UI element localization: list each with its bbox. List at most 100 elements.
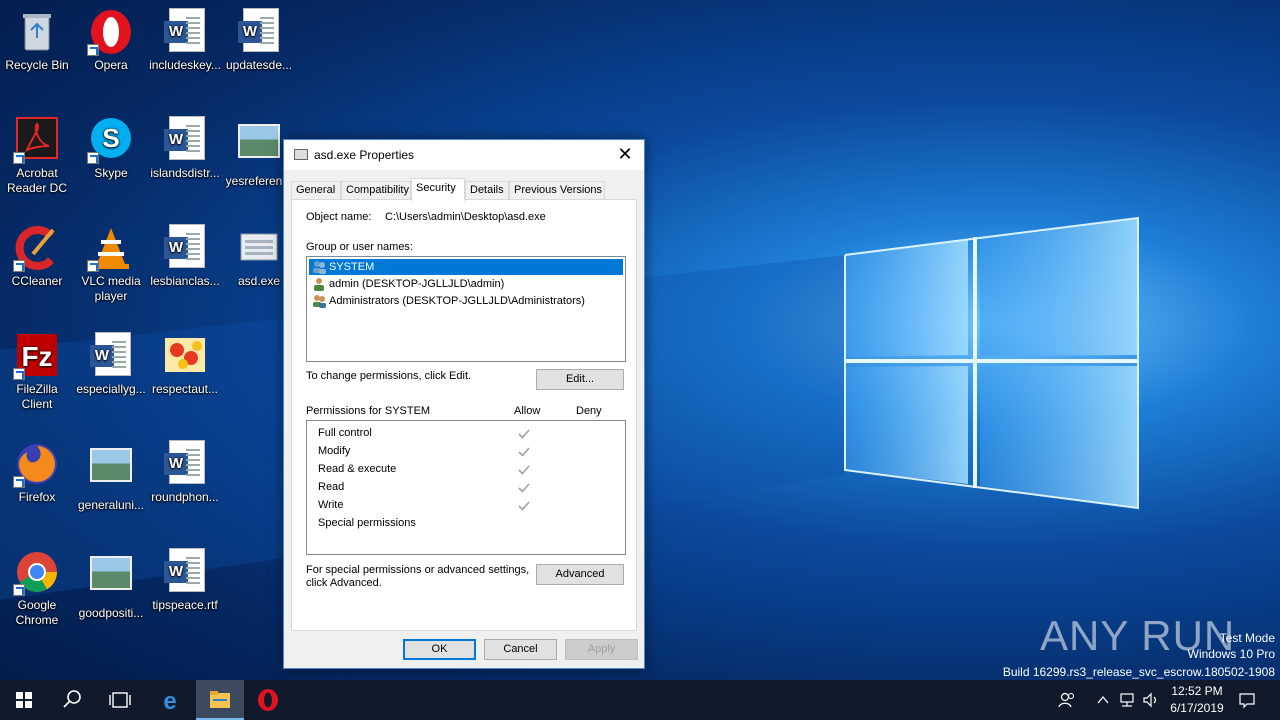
permission-read-execute: Read & execute (318, 463, 397, 475)
desktop-icon-islandsdistr[interactable]: W islandsdistr... (148, 116, 222, 181)
edge-icon: e (163, 688, 176, 715)
test-mode-text: Test Mode (1219, 631, 1275, 645)
taskbar: e 12:52 PM 6/17/2019 (0, 680, 1280, 720)
tab-details[interactable]: Details (465, 181, 509, 200)
user-item-system[interactable]: SYSTEM (309, 259, 623, 275)
image-file-icon (87, 448, 135, 496)
recycle-bin-icon (13, 8, 61, 56)
network-icon[interactable] (1118, 691, 1136, 709)
object-name-label: Object name: (306, 211, 372, 223)
executable-icon (235, 224, 283, 272)
dialog-titlebar[interactable]: asd.exe Properties ✕ (284, 140, 644, 170)
icon-label: FileZilla Client (16, 382, 58, 411)
desktop-icon-includeskey[interactable]: W includeskey... (148, 8, 222, 73)
desktop-icon-tipspeace[interactable]: W tipspeace.rtf (148, 548, 222, 613)
word-document-icon: W (161, 440, 209, 488)
permissions-list[interactable]: Full control Modify Read & execute Read … (306, 420, 626, 555)
icon-label: Skype (94, 166, 128, 180)
tab-security[interactable]: Security (411, 178, 465, 201)
icon-label: Google Chrome (15, 598, 59, 627)
icon-label: Firefox (18, 490, 56, 504)
desktop-icon-chrome[interactable]: Google Chrome (0, 548, 74, 628)
permission-modify: Modify (318, 445, 351, 457)
volume-icon[interactable] (1142, 691, 1160, 709)
edit-button[interactable]: Edit... (536, 369, 624, 390)
word-document-icon: W (161, 8, 209, 56)
tab-previous-versions[interactable]: Previous Versions (509, 181, 605, 200)
permission-write: Write (318, 499, 344, 511)
users-group-icon (313, 261, 326, 274)
image-file-icon (87, 556, 135, 604)
notification-icon[interactable] (1238, 691, 1256, 709)
windows-start-icon (16, 692, 32, 708)
user-name: Administrators (DESKTOP-JGLLJLD\Administ… (329, 295, 585, 307)
people-icon[interactable] (1058, 691, 1076, 709)
icon-label: includeskey... (149, 58, 221, 72)
desktop-icon-generaluni[interactable]: generaluni... (74, 440, 148, 513)
tab-compatibility[interactable]: Compatibility (341, 181, 411, 200)
icon-label: goodpositi... (78, 606, 144, 620)
search-button[interactable] (48, 680, 96, 720)
desktop-icon-acrobat[interactable]: Acrobat Reader DC (0, 116, 74, 196)
desktop-icon-goodpositi[interactable]: goodpositi... (74, 548, 148, 621)
vlc-cone-icon (87, 224, 135, 272)
taskbar-file-explorer[interactable] (196, 680, 244, 720)
user-item-admin[interactable]: admin (DESKTOP-JGLLJLD\admin) (309, 276, 504, 292)
image-file-icon (235, 124, 283, 172)
filezilla-icon: Fz (13, 332, 61, 380)
taskbar-edge[interactable]: e (146, 680, 194, 720)
desktop-icon-updatesde[interactable]: W updatesde... (222, 8, 296, 73)
permission-read: Read (318, 481, 345, 493)
user-list[interactable]: SYSTEM admin (DESKTOP-JGLLJLD\admin) Adm… (306, 256, 626, 362)
desktop-icon-respectaut[interactable]: respectaut... (148, 332, 222, 397)
desktop-icon-ccleaner[interactable]: CCleaner (0, 224, 74, 289)
permissions-label: Permissions for SYSTEM (306, 405, 431, 417)
desktop-icon-especiallyg[interactable]: W especiallyg... (74, 332, 148, 397)
dialog-title: asd.exe Properties (314, 148, 415, 162)
desktop-icon-roundphon[interactable]: W roundphon... (148, 440, 222, 505)
acrobat-icon (13, 116, 61, 164)
start-button[interactable] (0, 680, 48, 720)
cancel-button[interactable]: Cancel (484, 639, 557, 660)
user-name: admin (DESKTOP-JGLLJLD\admin) (329, 278, 505, 290)
icon-label: respectaut... (151, 382, 219, 396)
object-name-value: C:\Users\admin\Desktop\asd.exe (385, 211, 546, 223)
image-file-icon (161, 332, 209, 380)
icon-label: generaluni... (77, 498, 145, 512)
tab-general[interactable]: General (291, 181, 341, 200)
desktop-icon-vlc[interactable]: VLC media player (74, 224, 148, 304)
change-permissions-text: To change permissions, click Edit. (306, 370, 472, 382)
icon-label: Recycle Bin (5, 58, 69, 72)
ok-button[interactable]: OK (403, 639, 476, 660)
clock-date[interactable]: 6/17/2019 (1166, 701, 1228, 715)
close-icon[interactable]: ✕ (614, 144, 636, 166)
task-view-icon (109, 692, 131, 708)
desktop-icon-skype[interactable]: S Skype (74, 116, 148, 181)
desktop-icon-lesbianclas[interactable]: W lesbianclas... (148, 224, 222, 289)
icon-label: updatesde... (225, 58, 293, 72)
advanced-button[interactable]: Advanced (536, 564, 624, 585)
checkmark-icon (518, 483, 530, 493)
word-document-icon: W (161, 116, 209, 164)
clock-time[interactable]: 12:52 PM (1166, 684, 1228, 698)
allow-header: Allow (514, 405, 541, 417)
user-item-administrators[interactable]: Administrators (DESKTOP-JGLLJLD\Administ… (309, 293, 585, 309)
checkmark-icon (518, 447, 530, 457)
advanced-text-2: click Advanced. (306, 577, 382, 589)
icon-label: tipspeace.rtf (152, 598, 218, 612)
icon-label: VLC media player (81, 274, 141, 303)
security-panel: Object name: C:\Users\admin\Desktop\asd.… (291, 199, 637, 631)
checkmark-icon (518, 429, 530, 439)
task-view-button[interactable] (96, 680, 144, 720)
icon-label: CCleaner (11, 274, 63, 288)
opera-icon (87, 8, 135, 56)
chevron-up-icon[interactable] (1096, 693, 1110, 707)
apply-button[interactable]: Apply (565, 639, 638, 660)
properties-dialog: asd.exe Properties ✕ General Compatibili… (283, 139, 645, 669)
checkmark-icon (518, 501, 530, 511)
desktop-icon-opera[interactable]: Opera (74, 8, 148, 73)
desktop-icon-filezilla[interactable]: Fz FileZilla Client (0, 332, 74, 412)
taskbar-opera[interactable] (244, 680, 292, 720)
desktop-icon-recycle-bin[interactable]: Recycle Bin (0, 8, 74, 73)
desktop-icon-firefox[interactable]: Firefox (0, 440, 74, 505)
